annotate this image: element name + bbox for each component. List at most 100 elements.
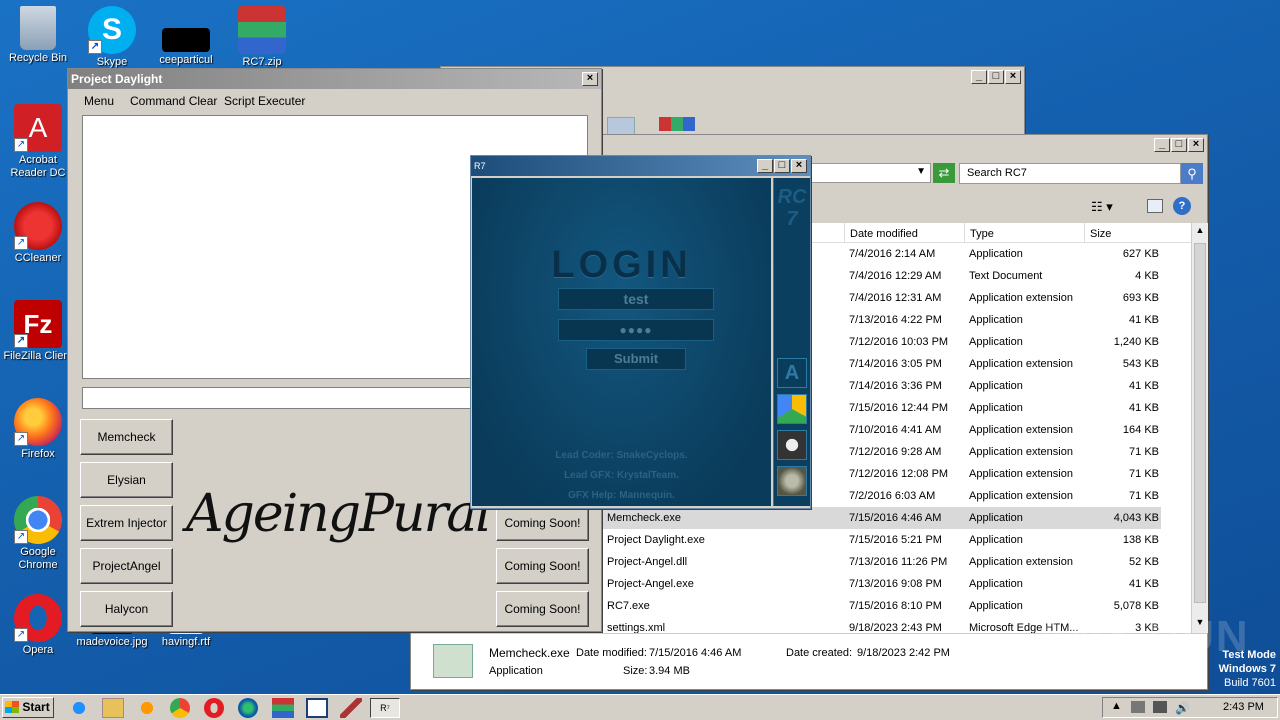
coming-soon-button-3[interactable]: Coming Soon! xyxy=(496,591,589,627)
desktop-icon-label: madevoice.jpg xyxy=(76,636,148,648)
desktop-icon-label: CCleaner xyxy=(14,252,62,264)
google-drive-icon[interactable] xyxy=(777,394,807,424)
firefox-icon: ↗ xyxy=(14,398,62,446)
desktop-icon-chrome[interactable]: ↗ Google Chrome xyxy=(0,496,76,572)
start-button[interactable]: Start xyxy=(2,697,54,718)
shortcut-arrow-icon: ↗ xyxy=(14,334,28,348)
windows-version-line: Windows 7 xyxy=(1218,663,1276,675)
menu-item-menu[interactable]: Menu xyxy=(84,94,114,108)
date-modified-cell: 7/15/2016 8:10 PM xyxy=(849,600,942,612)
window-title: R7 xyxy=(474,161,486,171)
windows-logo-icon xyxy=(5,701,19,713)
desktop-icon-label: Firefox xyxy=(21,448,55,460)
media-player-icon[interactable] xyxy=(136,698,158,718)
coming-soon-button-2[interactable]: Coming Soon! xyxy=(496,548,589,584)
animal-avatar-icon[interactable] xyxy=(777,430,807,460)
desktop-icon-acrobat[interactable]: A ↗ Acrobat Reader DC xyxy=(0,104,76,180)
halycon-button[interactable]: Halycon xyxy=(80,591,173,627)
details-size-value: 3.94 MB xyxy=(649,665,690,677)
scroll-up-icon[interactable]: ▲ xyxy=(1194,225,1206,237)
projectangel-button[interactable]: ProjectAngel xyxy=(80,548,173,584)
credit-lead-coder: Lead Coder: SnakeCyclops. xyxy=(555,450,688,461)
type-cell: Application xyxy=(969,512,1023,524)
desktop-icon-firefox[interactable]: ↗ Firefox xyxy=(0,398,76,461)
volume-icon[interactable]: 🔊 xyxy=(1175,701,1190,715)
close-button[interactable]: × xyxy=(1188,138,1204,152)
size-cell: 138 KB xyxy=(1122,534,1159,546)
menu-item-command-clear[interactable]: Command Clear xyxy=(130,94,217,108)
credit-gfx-help: GFX Help: Mannequin. xyxy=(568,490,675,501)
winrar-taskbar-icon[interactable] xyxy=(272,698,294,718)
network-icon[interactable] xyxy=(1153,701,1167,713)
tool-taskbar-icon[interactable] xyxy=(340,698,362,718)
type-cell: Application xyxy=(969,578,1023,590)
extrem-injector-button[interactable]: Extrem Injector xyxy=(80,505,173,541)
minimize-button[interactable]: _ xyxy=(1154,138,1170,152)
rc7-taskbar-button[interactable]: R⁷ xyxy=(370,698,400,718)
desktop-icon-recycle-bin[interactable]: Recycle Bin xyxy=(0,6,76,65)
opera-taskbar-icon[interactable] xyxy=(204,698,224,718)
chrome-taskbar-icon[interactable] xyxy=(170,698,190,718)
ie-icon[interactable] xyxy=(68,698,90,718)
submit-button[interactable]: Submit xyxy=(586,348,686,370)
desktop-icon-ccleaner[interactable]: ↗ CCleaner xyxy=(0,202,76,265)
maximize-button[interactable]: □ xyxy=(988,70,1004,84)
minimize-button[interactable]: _ xyxy=(757,159,773,173)
wolf-icon[interactable] xyxy=(777,466,807,496)
ccleaner-icon: ↗ xyxy=(14,202,62,250)
password-field[interactable]: ●●●● xyxy=(558,319,714,341)
type-cell: Application extension xyxy=(969,446,1073,458)
edge-icon[interactable] xyxy=(238,698,258,718)
desktop-icon-skype[interactable]: S ↗ Skype xyxy=(74,6,150,69)
column-type[interactable]: Type xyxy=(964,223,1084,243)
help-icon[interactable]: ? xyxy=(1173,197,1191,215)
close-button[interactable]: × xyxy=(582,72,598,86)
search-input[interactable]: Search RC7 xyxy=(959,163,1181,184)
desktop-icon-opera[interactable]: ↗ Opera xyxy=(0,594,76,657)
a-letter-icon[interactable]: A xyxy=(777,358,807,388)
scrollbar-thumb[interactable] xyxy=(1194,243,1206,603)
chevron-down-icon[interactable]: ▼ xyxy=(916,166,926,177)
folder-icon[interactable] xyxy=(102,698,124,718)
desktop-icon-label: Opera xyxy=(22,644,54,656)
maximize-button[interactable]: □ xyxy=(1171,138,1187,152)
toolbar-icon[interactable] xyxy=(607,117,635,135)
rc7-login-window[interactable]: R7 _ □ × LOGIN test ●●●● Submit Lead Cod… xyxy=(470,155,811,509)
vertical-scrollbar[interactable]: ▲ ▼ xyxy=(1191,223,1208,633)
memcheck-button[interactable]: Memcheck xyxy=(80,419,173,455)
coming-soon-button-1[interactable]: Coming Soon! xyxy=(496,505,589,541)
desktop-icon-filezilla[interactable]: Fz ↗ FileZilla Client xyxy=(0,300,76,363)
title-bar[interactable]: Project Daylight × xyxy=(68,69,601,89)
show-hidden-icons-icon[interactable]: ▲ xyxy=(1111,700,1122,712)
column-size[interactable]: Size xyxy=(1084,223,1188,243)
close-button[interactable]: × xyxy=(1005,70,1021,84)
date-modified-cell: 7/4/2016 12:29 AM xyxy=(849,270,942,282)
file-name-cell: RC7.exe xyxy=(607,600,650,612)
username-field[interactable]: test xyxy=(558,288,714,310)
address-bar[interactable]: ▼ xyxy=(811,163,931,183)
preview-pane-icon[interactable] xyxy=(1147,199,1163,213)
desktop-icon-label: Recycle Bin xyxy=(8,52,68,64)
date-modified-cell: 7/4/2016 2:14 AM xyxy=(849,248,936,260)
menu-item-script-executer[interactable]: Script Executer xyxy=(224,94,305,108)
refresh-icon[interactable]: ⇄ xyxy=(933,163,955,183)
window-taskbar-icon[interactable] xyxy=(306,698,328,718)
search-icon[interactable]: ⚲ xyxy=(1181,163,1203,184)
desktop-icon-ceeparticul[interactable]: ceeparticul xyxy=(148,6,224,67)
maximize-button[interactable]: □ xyxy=(774,159,790,173)
login-panel: LOGIN test ●●●● Submit Lead Coder: Snake… xyxy=(472,178,771,506)
shortcut-arrow-icon: ↗ xyxy=(14,628,28,642)
minimize-button[interactable]: _ xyxy=(971,70,987,84)
size-cell: 71 KB xyxy=(1129,446,1159,458)
type-cell: Application extension xyxy=(969,490,1073,502)
title-bar[interactable]: R7 _ □ × xyxy=(471,156,810,176)
desktop-icon-rc7-zip[interactable]: RC7.zip xyxy=(224,6,300,69)
column-date-modified[interactable]: Date modified xyxy=(844,223,964,243)
action-center-icon[interactable] xyxy=(1131,701,1145,713)
signature-text: AgeingPural xyxy=(186,484,492,544)
close-button[interactable]: × xyxy=(791,159,807,173)
side-panel: RC7 A xyxy=(773,178,810,506)
elysian-button[interactable]: Elysian xyxy=(80,462,173,498)
clock[interactable]: 2:43 PM xyxy=(1223,701,1264,713)
view-options-icon[interactable]: ☷ ▾ xyxy=(1091,199,1113,215)
